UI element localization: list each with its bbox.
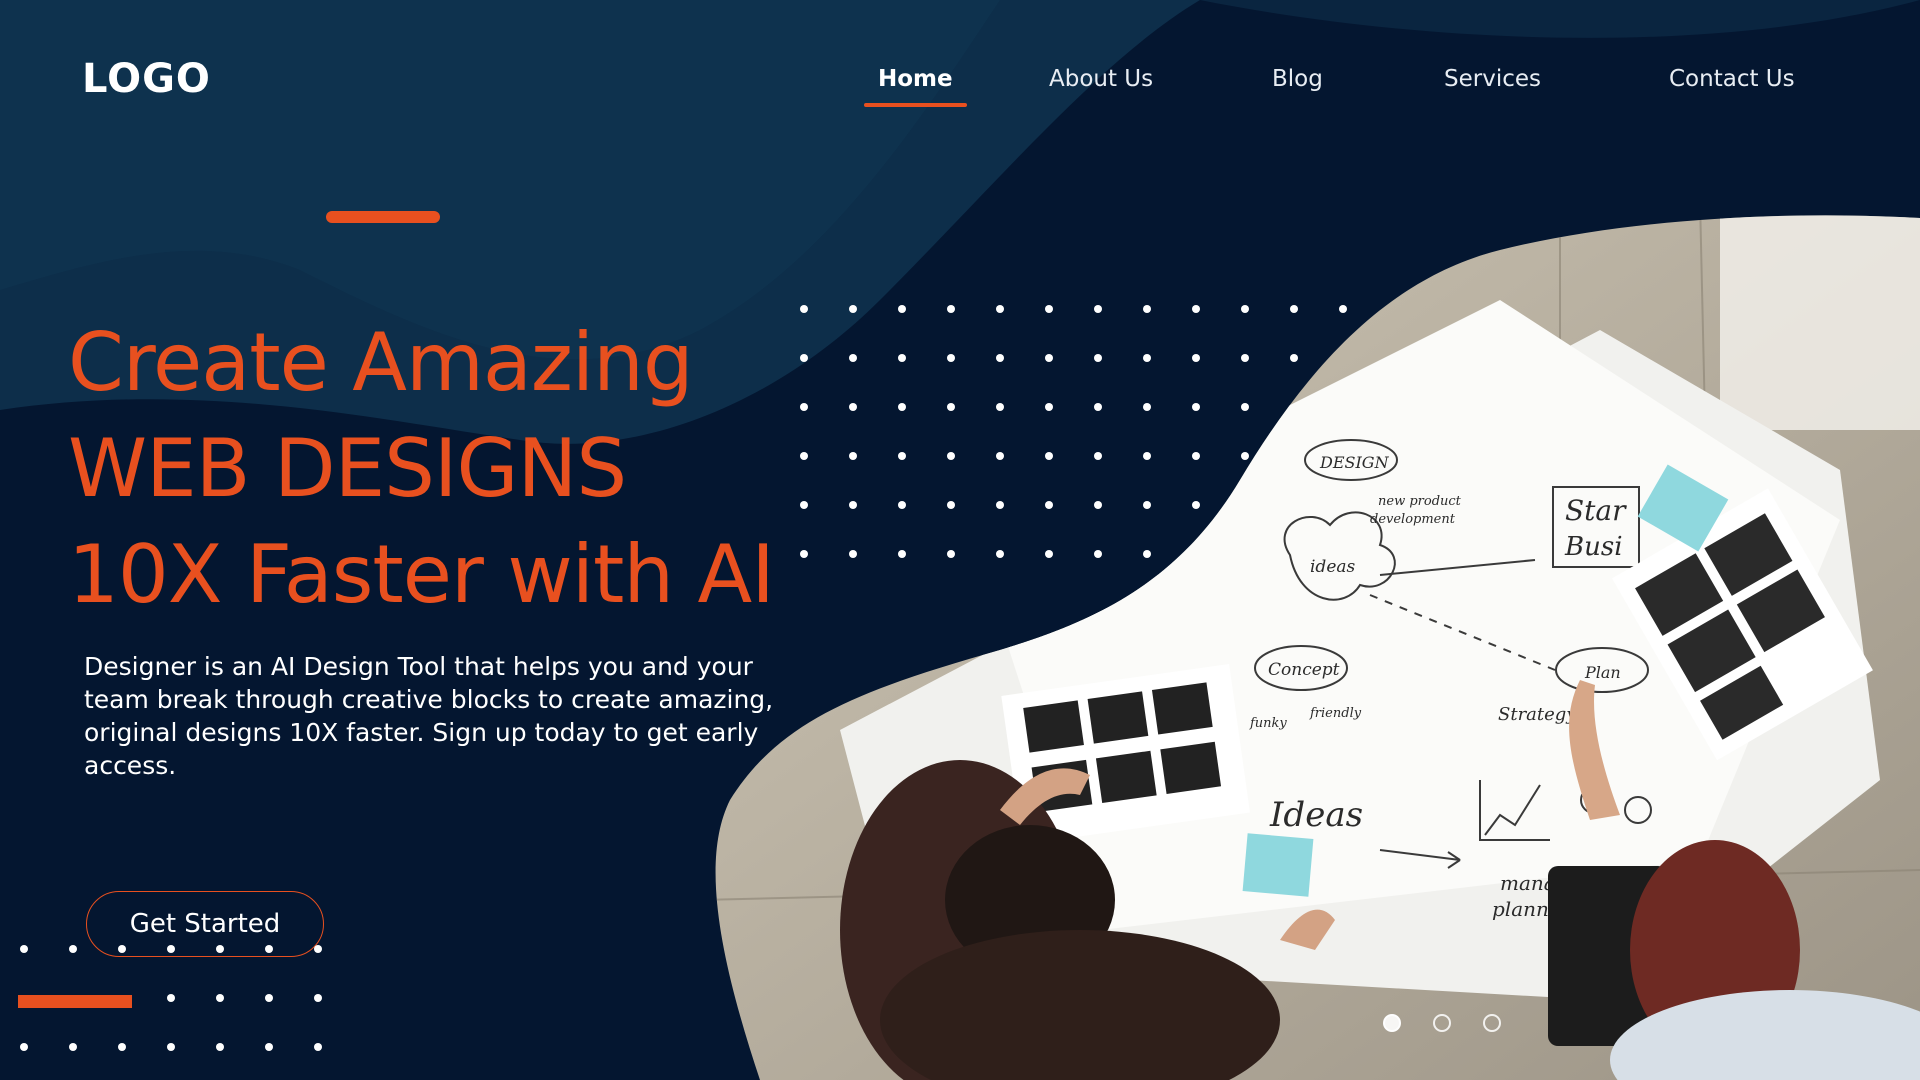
carousel-dot-2[interactable]: [1433, 1014, 1451, 1032]
hero-headline: Create Amazing WEB DESIGNS 10X Faster wi…: [68, 310, 775, 628]
svg-text:Ideas: Ideas: [1269, 795, 1363, 835]
headline-line-1: Create Amazing: [68, 316, 694, 409]
svg-text:Star: Star: [1565, 494, 1627, 527]
svg-text:DESIGN: DESIGN: [1319, 453, 1390, 472]
decor-dot: [314, 945, 322, 953]
svg-text:Busi: Busi: [1564, 532, 1623, 562]
svg-text:funky: funky: [1249, 716, 1287, 731]
decor-dot: [216, 945, 224, 953]
decor-dot: [69, 1043, 77, 1051]
decor-dot: [20, 945, 28, 953]
decor-dot: [216, 1043, 224, 1051]
decor-dot: [314, 994, 322, 1002]
svg-text:friendly: friendly: [1309, 706, 1362, 721]
decor-dot: [265, 1043, 273, 1051]
headline-line-3: 10X Faster with AI: [68, 528, 775, 621]
hero-description: Designer is an AI Design Tool that helps…: [84, 652, 774, 780]
decor-dot: [167, 945, 175, 953]
decor-dot: [20, 1043, 28, 1051]
carousel-dot-3[interactable]: [1483, 1014, 1501, 1032]
decor-dot: [118, 945, 126, 953]
decor-dot: [167, 994, 175, 1002]
bottom-accent-bar: [18, 995, 132, 1008]
svg-text:Plan: Plan: [1584, 663, 1621, 682]
decor-dot: [314, 1043, 322, 1051]
headline-line-2: WEB DESIGNS: [68, 422, 627, 515]
decor-dot: [265, 945, 273, 953]
decor-dot: [265, 994, 273, 1002]
decor-dot: [216, 994, 224, 1002]
carousel-dot-1[interactable]: [1383, 1014, 1401, 1032]
svg-text:Strategy: Strategy: [1498, 704, 1577, 725]
decor-dot: [118, 1043, 126, 1051]
decor-dot: [69, 945, 77, 953]
svg-text:ideas: ideas: [1310, 557, 1356, 577]
svg-text:development: development: [1370, 512, 1456, 527]
svg-text:Concept: Concept: [1268, 660, 1340, 680]
decor-dot: [167, 1043, 175, 1051]
svg-text:new product: new product: [1378, 494, 1462, 509]
